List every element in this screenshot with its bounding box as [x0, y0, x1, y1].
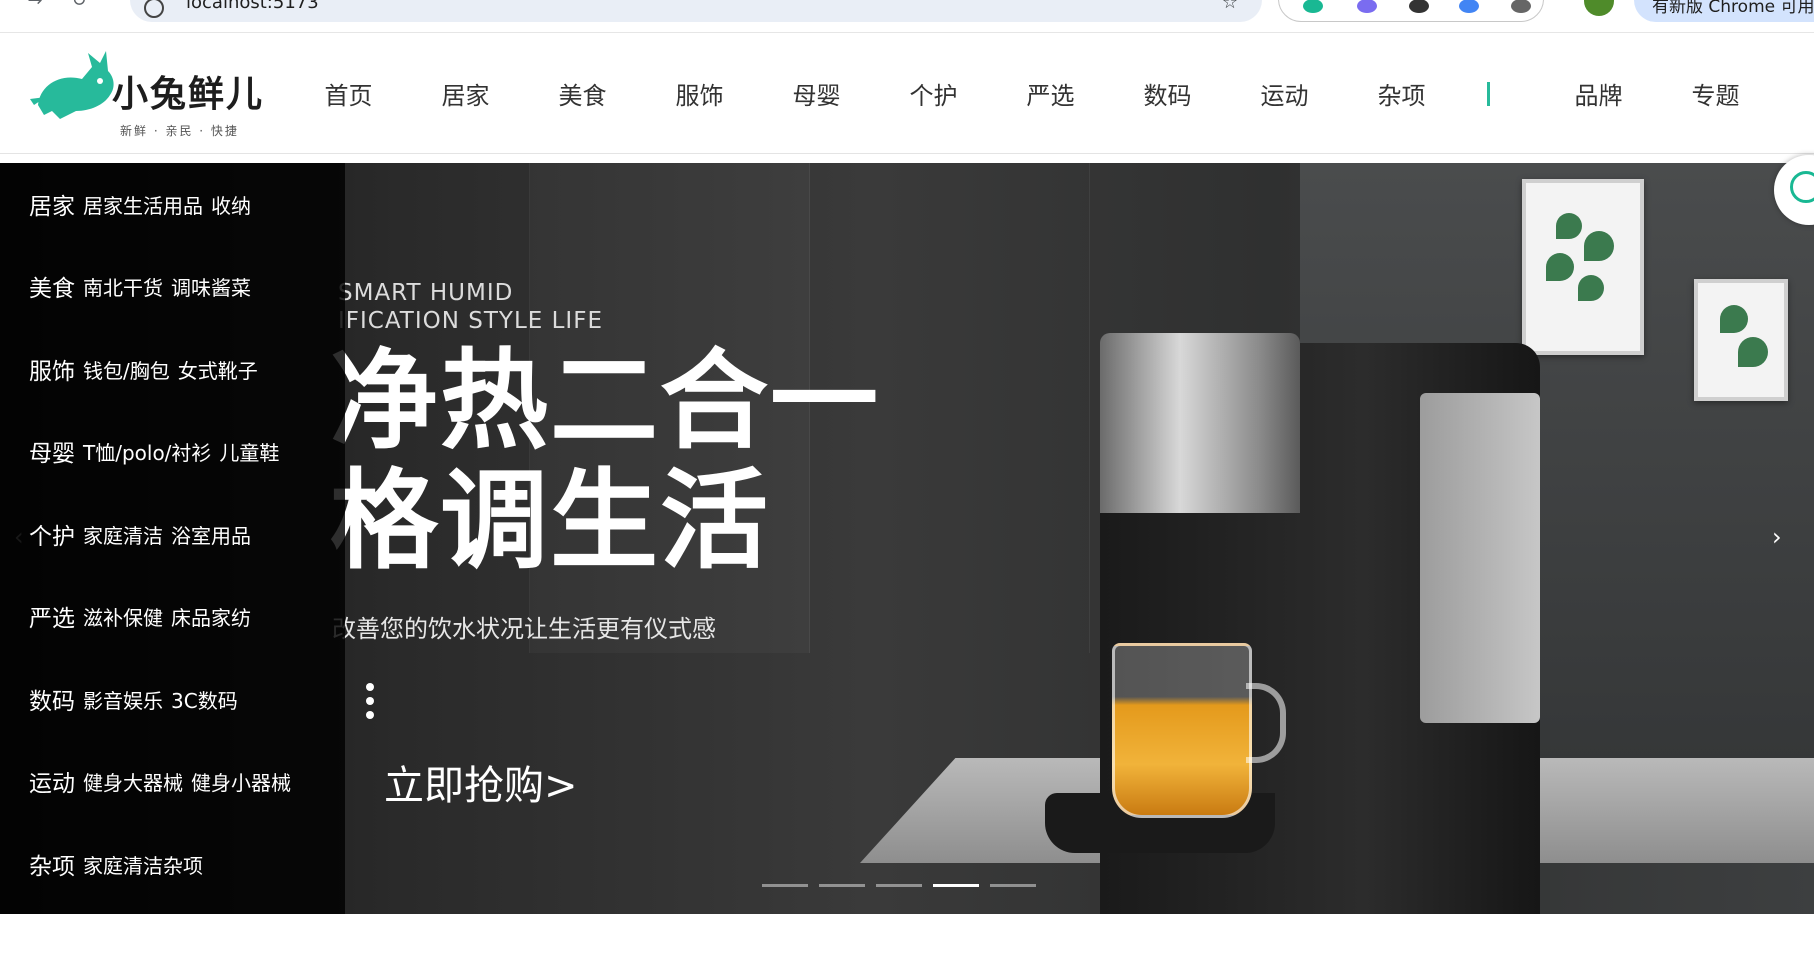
- leaf-shape: [1578, 275, 1604, 301]
- category-name: 服饰: [29, 359, 75, 385]
- category-name: 运动: [29, 771, 75, 797]
- category-name: 个护: [29, 524, 75, 550]
- nav-digital[interactable]: 数码: [1109, 76, 1226, 111]
- dispenser-top: [1100, 333, 1300, 513]
- category-sub-link[interactable]: 影音娱乐: [83, 685, 163, 714]
- carousel-next-icon[interactable]: ›: [1772, 523, 1782, 551]
- category-name: 居家: [29, 194, 75, 220]
- extension-icon[interactable]: [1357, 0, 1377, 13]
- nav-baby[interactable]: 母婴: [758, 76, 875, 111]
- leaf-shape: [1738, 337, 1768, 367]
- tea-cup: [1112, 643, 1252, 818]
- update-label: 有新版 Chrome 可用: [1652, 0, 1814, 17]
- carousel-indicator[interactable]: [762, 884, 808, 887]
- category-name: 数码: [29, 689, 75, 715]
- category-sub-link[interactable]: 儿童鞋: [219, 437, 279, 466]
- extension-icon[interactable]: [1409, 0, 1429, 13]
- category-sub-link[interactable]: 家庭清洁: [83, 520, 163, 549]
- nav-apparel[interactable]: 服饰: [641, 76, 758, 111]
- nav-selected[interactable]: 严选: [992, 76, 1109, 111]
- category-name: 杂项: [29, 854, 75, 880]
- extension-icon[interactable]: [1459, 0, 1479, 13]
- nav-home-living[interactable]: 居家: [407, 76, 524, 111]
- category-sub-link[interactable]: 滋补保健: [83, 602, 163, 631]
- carousel-indicator-active[interactable]: [933, 884, 979, 887]
- category-sub-link[interactable]: 家庭清洁杂项: [83, 850, 203, 879]
- profile-avatar[interactable]: [1584, 0, 1614, 16]
- category-item-baby[interactable]: 母婴 T恤/polo/衬衫 儿童鞋: [0, 410, 345, 492]
- category-sub-link[interactable]: 健身小器械: [191, 767, 291, 796]
- extensions-area: [1278, 0, 1544, 22]
- more-dots-icon: [366, 683, 376, 727]
- bookmark-star-icon[interactable]: ☆: [1222, 0, 1238, 13]
- carousel-indicator[interactable]: [990, 884, 1036, 887]
- assistant-icon: [1790, 171, 1814, 203]
- category-sub-link[interactable]: 南北干货: [83, 272, 163, 301]
- site-info-icon[interactable]: [144, 0, 164, 18]
- rabbit-logo-icon: [30, 51, 114, 119]
- category-sub-link[interactable]: 居家生活用品: [83, 190, 203, 219]
- extension-icon[interactable]: [1511, 0, 1531, 13]
- carousel-indicator[interactable]: [876, 884, 922, 887]
- site-header: 小兔鲜儿 新鲜 · 亲民 · 快捷 首页 居家 美食 服饰 母婴 个护 严选 数…: [0, 33, 1814, 154]
- category-sub-link[interactable]: 调味酱菜: [171, 272, 251, 301]
- category-sub-link[interactable]: 女式靴子: [178, 355, 258, 384]
- banner-headline-1: 净热二合一: [330, 339, 881, 464]
- banner-eyebrow-2: IFICATION STYLE LIFE: [338, 308, 603, 334]
- forward-icon[interactable]: →: [24, 0, 46, 12]
- leaf-shape: [1584, 231, 1614, 261]
- category-sub-link[interactable]: T恤/polo/衬衫: [83, 437, 211, 466]
- nav-topics[interactable]: 专题: [1657, 76, 1774, 111]
- category-item-selected[interactable]: 严选 滋补保健 床品家纺: [0, 575, 345, 657]
- nav-home[interactable]: 首页: [290, 76, 407, 111]
- banner-headline-2: 格调生活: [330, 459, 771, 584]
- buy-now-button[interactable]: 立即抢购>: [384, 753, 578, 811]
- nav-misc[interactable]: 杂项: [1343, 76, 1460, 111]
- url-text[interactable]: localhost:5173: [186, 0, 319, 13]
- carousel-indicator[interactable]: [819, 884, 865, 887]
- chrome-update-button[interactable]: 有新版 Chrome 可用: [1634, 0, 1814, 22]
- tea-cup-handle: [1246, 683, 1286, 763]
- site-logo[interactable]: 小兔鲜儿 新鲜 · 亲民 · 快捷: [30, 45, 270, 138]
- reload-icon[interactable]: ↻: [68, 0, 90, 12]
- banner-subline: 改善您的饮水状况让生活更有仪式感: [332, 615, 716, 643]
- category-item-personal-care[interactable]: 个护 家庭清洁 浴室用品: [0, 493, 345, 575]
- category-item-digital[interactable]: 数码 影音娱乐 3C数码: [0, 658, 345, 740]
- banner-eyebrow-1: SMART HUMID: [338, 280, 514, 306]
- category-sub-link[interactable]: 钱包/胸包: [83, 355, 170, 384]
- category-sub-link[interactable]: 床品家纺: [171, 602, 251, 631]
- category-item-food[interactable]: 美食 南北干货 调味酱菜: [0, 245, 345, 327]
- plant-picture-frame: [1694, 279, 1788, 401]
- nav-separator: [1487, 81, 1490, 106]
- leaf-shape: [1546, 253, 1574, 281]
- category-sub-link[interactable]: 3C数码: [171, 685, 238, 714]
- category-sub-link[interactable]: 浴室用品: [171, 520, 251, 549]
- category-item-misc[interactable]: 杂项 家庭清洁杂项: [0, 823, 345, 905]
- category-item-sports[interactable]: 运动 健身大器械 健身小器械: [0, 740, 345, 822]
- nav-food[interactable]: 美食: [524, 76, 641, 111]
- logo-text: 小兔鲜儿: [112, 74, 265, 115]
- category-sub-link[interactable]: 收纳: [211, 190, 251, 219]
- extension-icon[interactable]: [1303, 0, 1323, 13]
- address-bar[interactable]: localhost:5173 ☆: [130, 0, 1262, 22]
- carousel-indicators: [762, 884, 1047, 887]
- leaf-shape: [1556, 213, 1582, 239]
- category-item-home[interactable]: 居家 居家生活用品 收纳: [0, 163, 345, 245]
- category-name: 母婴: [29, 441, 75, 467]
- plant-picture-frame: [1522, 179, 1644, 355]
- nav-personal-care[interactable]: 个护: [875, 76, 992, 111]
- category-item-apparel[interactable]: 服饰 钱包/胸包 女式靴子: [0, 328, 345, 410]
- category-name: 严选: [29, 606, 75, 632]
- category-name: 美食: [29, 276, 75, 302]
- leaf-shape: [1720, 305, 1748, 333]
- nav-brand[interactable]: 品牌: [1540, 76, 1657, 111]
- category-menu: 居家 居家生活用品 收纳 美食 南北干货 调味酱菜 服饰 钱包/胸包 女式靴子 …: [0, 163, 345, 914]
- logo-slogan: 新鲜 · 亲民 · 快捷: [120, 124, 239, 138]
- browser-toolbar: → ↻ localhost:5173 ☆ 有新版 Chrome 可用: [0, 0, 1814, 33]
- main-nav: 首页 居家 美食 服饰 母婴 个护 严选 数码 运动 杂项 品牌 专题: [290, 33, 1774, 154]
- nav-sports[interactable]: 运动: [1226, 76, 1343, 111]
- category-sub-link[interactable]: 健身大器械: [83, 767, 183, 796]
- dispenser-tank: [1420, 393, 1540, 723]
